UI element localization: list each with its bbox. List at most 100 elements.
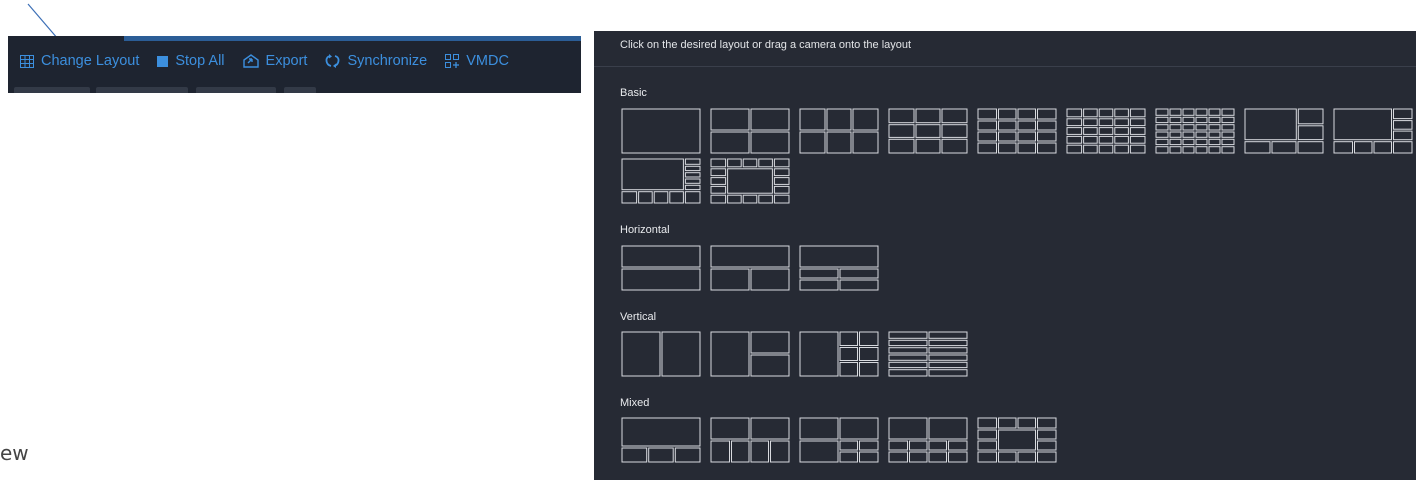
section-title-mixed: Mixed — [620, 397, 650, 409]
layout-cell — [1098, 127, 1114, 135]
layout-option-mixed-5[interactable] — [977, 417, 1057, 463]
layout-cell — [710, 440, 730, 463]
layout-cell — [839, 440, 858, 451]
layout-cell — [1083, 135, 1098, 144]
sub-tab[interactable] — [196, 87, 276, 93]
layout-cell — [799, 245, 879, 268]
layout-cell — [839, 268, 879, 279]
layout-cell — [799, 279, 839, 291]
layout-cell — [1098, 108, 1114, 118]
layout-cell — [799, 131, 826, 154]
layout-cell — [852, 131, 879, 154]
layout-cell — [998, 429, 1036, 451]
layout-cell — [1037, 108, 1057, 120]
layout-option-mixed-4[interactable] — [888, 417, 968, 463]
layout-option-vertical-1[interactable] — [621, 331, 701, 377]
layout-option-horizontal-3[interactable] — [799, 245, 879, 291]
change-layout-button[interactable]: Change Layout — [20, 53, 139, 69]
layout-cell — [839, 362, 858, 377]
layout-cell — [1155, 131, 1169, 138]
layout-option-basic-8[interactable] — [1244, 108, 1324, 154]
layout-cell — [1037, 131, 1057, 142]
sub-tab[interactable] — [284, 87, 316, 93]
layout-option-mixed-2[interactable] — [710, 417, 790, 463]
layout-cell — [1114, 118, 1129, 127]
layout-cell — [1393, 108, 1413, 120]
layout-option-horizontal-2[interactable] — [710, 245, 790, 291]
layout-cell — [1155, 124, 1169, 131]
layout-option-vertical-2[interactable] — [710, 331, 790, 377]
layout-cell — [928, 440, 947, 451]
layout-cell — [648, 447, 674, 463]
layout-cell — [928, 417, 968, 440]
layout-option-basic-7[interactable] — [1155, 108, 1235, 154]
layout-option-vertical-3[interactable] — [799, 331, 879, 377]
layout-cell — [1037, 120, 1057, 131]
layout-cell — [948, 440, 968, 451]
layout-cell — [710, 194, 727, 204]
export-button[interactable]: Export — [242, 53, 308, 69]
layout-cell — [998, 131, 1017, 142]
layout-option-basic-11[interactable] — [710, 158, 790, 204]
layout-cell — [684, 158, 701, 165]
layout-cell — [727, 168, 773, 194]
layout-option-basic-9[interactable] — [1333, 108, 1413, 154]
layout-cell — [888, 124, 915, 138]
layout-option-basic-3[interactable] — [799, 108, 879, 154]
layout-cell — [998, 120, 1017, 131]
layout-cell — [1037, 440, 1057, 451]
layout-cell — [998, 417, 1017, 429]
layout-cell — [1155, 146, 1169, 154]
layout-cell — [839, 331, 858, 346]
synchronize-button[interactable]: Synchronize — [325, 53, 427, 69]
layout-option-basic-4[interactable] — [888, 108, 968, 154]
layout-cell — [928, 331, 968, 339]
layout-cell — [684, 165, 701, 172]
layout-cell — [799, 417, 839, 440]
layout-option-horizontal-1[interactable] — [621, 245, 701, 291]
layout-cell — [621, 331, 661, 377]
layout-cell — [1221, 131, 1235, 138]
layout-option-basic-2[interactable] — [710, 108, 790, 154]
layout-option-mixed-3[interactable] — [799, 417, 879, 463]
layout-cell — [888, 339, 928, 347]
layout-cell — [621, 268, 701, 291]
export-label: Export — [265, 53, 308, 69]
layout-cell — [1129, 118, 1146, 127]
layout-cell — [1169, 131, 1182, 138]
synchronize-label: Synchronize — [347, 53, 428, 69]
layout-cell — [998, 142, 1017, 154]
layout-cell — [1129, 108, 1146, 118]
sub-tab[interactable] — [14, 87, 90, 93]
layout-option-mixed-1[interactable] — [621, 417, 701, 463]
layout-cell — [1017, 120, 1036, 131]
layout-cell — [1169, 138, 1182, 146]
layout-option-vertical-4[interactable] — [888, 331, 968, 377]
sub-tab[interactable] — [96, 87, 188, 93]
layout-cell — [1244, 108, 1297, 141]
layout-cell — [1221, 146, 1235, 154]
layout-cell — [773, 194, 790, 204]
layout-cell — [1169, 108, 1182, 116]
layout-cell — [888, 451, 908, 463]
layout-cell — [1083, 108, 1098, 118]
export-icon — [242, 54, 259, 68]
layout-cell — [1208, 124, 1221, 131]
layout-cell — [750, 354, 790, 377]
layout-cell — [1195, 138, 1208, 146]
layout-cell — [859, 451, 879, 463]
layout-cell — [888, 440, 908, 451]
layout-cell — [621, 158, 684, 191]
layout-cell — [909, 440, 928, 451]
layout-option-basic-5[interactable] — [977, 108, 1057, 154]
layout-cell — [1221, 108, 1235, 116]
layout-cell — [758, 158, 773, 168]
layout-cell — [1155, 138, 1169, 146]
layout-cell — [684, 172, 701, 178]
vmdc-button[interactable]: VMDC — [445, 53, 509, 69]
layout-option-basic-1[interactable] — [621, 108, 701, 154]
layout-option-basic-6[interactable] — [1066, 108, 1146, 154]
layout-option-basic-10[interactable] — [621, 158, 701, 204]
layout-cell — [1083, 144, 1098, 154]
stop-all-button[interactable]: Stop All — [157, 53, 225, 69]
